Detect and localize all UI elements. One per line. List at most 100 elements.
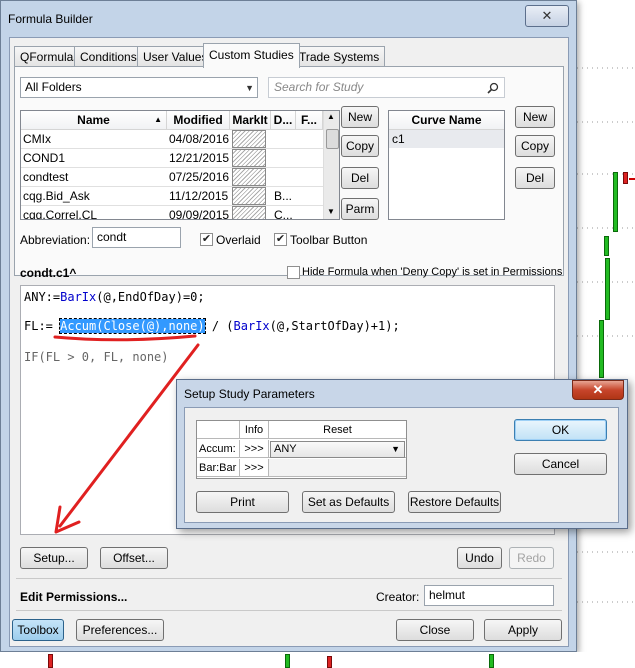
column-header-f[interactable]: F... [296, 111, 323, 130]
cell-f [298, 130, 320, 148]
tab-conditions[interactable]: Conditions [74, 46, 143, 67]
cell-name: cqg.Bid_Ask [23, 189, 90, 203]
tab-trade-systems[interactable]: Trade Systems [293, 46, 386, 67]
folder-select[interactable]: All Folders ▼ [20, 77, 258, 98]
creator-value: helmut [429, 588, 466, 602]
study-new-button[interactable]: New [341, 106, 379, 128]
study-delete-button[interactable]: Del [341, 167, 379, 189]
curve-list-item[interactable]: c1 [389, 130, 504, 148]
param-name: Bar:Bar [197, 459, 240, 477]
study-search-input[interactable]: Search for Study [268, 77, 505, 98]
offset-button[interactable]: Offset... [100, 547, 168, 569]
abbreviation-value: condt [97, 230, 127, 244]
down-bar [623, 172, 628, 184]
close-button[interactable]: Close [396, 619, 474, 641]
markit-swatch [232, 130, 266, 148]
preferences-button[interactable]: Preferences... [76, 619, 164, 641]
window-title: Formula Builder [8, 12, 93, 26]
cell-d: B... [274, 189, 293, 203]
curve-copy-button[interactable]: Copy [515, 135, 555, 157]
abbreviation-field[interactable]: condt [92, 227, 181, 248]
table-row[interactable]: cqg.Correl.CL 09/09/2015 C... [21, 206, 323, 220]
toolbox-button[interactable]: Toolbox [12, 619, 64, 641]
markit-swatch [232, 206, 266, 219]
search-icon [487, 82, 499, 94]
up-bar [285, 654, 290, 668]
formula-title: condt.c1^ [20, 266, 77, 280]
header-blank [197, 421, 240, 439]
hide-formula-label: Hide Formula when 'Deny Copy' is set in … [302, 266, 563, 278]
param-info-button[interactable]: >>> [240, 459, 269, 477]
code-token: (@,StartOfDay)+1); [269, 319, 400, 333]
down-bar [48, 654, 53, 668]
tab-custom-studies[interactable]: Custom Studies [203, 43, 300, 68]
down-bar [327, 656, 332, 668]
apply-button[interactable]: Apply [484, 619, 562, 641]
ok-button[interactable]: OK [514, 419, 607, 441]
redo-button[interactable]: Redo [509, 547, 554, 569]
curve-new-button[interactable]: New [515, 106, 555, 128]
dialog-close-button[interactable]: ✕ [572, 380, 624, 400]
cell-modified: 11/12/2015 [169, 189, 229, 203]
print-button[interactable]: Print [196, 491, 289, 513]
scroll-up-icon[interactable]: ▲ [327, 112, 335, 121]
cell-d [274, 130, 294, 148]
up-bar [604, 236, 609, 256]
restore-defaults-button[interactable]: Restore Defaults [408, 491, 501, 513]
divider [16, 610, 562, 611]
overlaid-checkbox[interactable]: ✔ [200, 233, 213, 246]
hide-formula-checkbox[interactable] [287, 266, 300, 279]
column-header-name[interactable]: Name ▲ [21, 111, 167, 130]
creator-label: Creator: [376, 590, 420, 604]
table-scrollbar[interactable]: ▲ ▼ [323, 111, 339, 219]
window-close-button[interactable]: ✕ [525, 5, 569, 27]
code-selection: Accum(Close(@),none) [59, 318, 206, 334]
parameter-table: Info Reset Accum: >>> ANY ▼ Bar:Bar >>> [196, 420, 407, 479]
code-token: ANY:= [24, 290, 61, 304]
markit-swatch [232, 168, 266, 186]
tab-user-values[interactable]: User Values [137, 46, 214, 67]
creator-field[interactable]: helmut [424, 585, 554, 606]
param-reset-value[interactable] [269, 459, 406, 477]
curve-delete-button[interactable]: Del [515, 167, 555, 189]
scroll-down-icon[interactable]: ▼ [327, 207, 335, 216]
markit-swatch [232, 149, 266, 167]
up-bar [613, 172, 618, 232]
code-keyword: BarIx [60, 290, 97, 304]
study-copy-button[interactable]: Copy [341, 135, 379, 157]
column-header-label: Name [77, 113, 110, 127]
reset-value: ANY [274, 443, 297, 455]
cell-name: condtest [23, 170, 69, 184]
column-header-info: Info [240, 421, 269, 439]
set-as-defaults-button[interactable]: Set as Defaults [302, 491, 395, 513]
column-header-markit[interactable]: MarkIt [230, 111, 271, 130]
cell-name: CMIx [23, 132, 51, 146]
up-bar [599, 320, 604, 378]
undo-button[interactable]: Undo [457, 547, 502, 569]
cell-f [298, 206, 320, 219]
table-row[interactable]: cqg.Bid_Ask 11/12/2015 B... [21, 187, 323, 206]
markit-swatch [232, 187, 266, 205]
cell-modified: 04/08/2016 [169, 132, 229, 146]
table-row[interactable]: COND1 12/21/2015 [21, 149, 323, 168]
table-row[interactable]: condtest 07/25/2016 [21, 168, 323, 187]
edit-permissions-link[interactable]: Edit Permissions... [20, 590, 127, 604]
reset-combo[interactable]: ANY ▼ [270, 441, 405, 458]
cancel-button[interactable]: Cancel [514, 453, 607, 475]
column-header-modified[interactable]: Modified [167, 111, 230, 130]
param-info-button[interactable]: >>> [240, 440, 269, 458]
param-reset-select[interactable]: ANY ▼ [269, 440, 406, 458]
scroll-thumb[interactable] [326, 129, 339, 149]
code-keyword: BarIx [233, 319, 270, 333]
cell-f [298, 187, 320, 205]
cell-name: cqg.Correl.CL [23, 208, 98, 220]
cell-f [298, 168, 320, 186]
toolbar-button-checkbox[interactable]: ✔ [274, 233, 287, 246]
study-parameters-button[interactable]: Parm [341, 198, 379, 220]
column-header-d[interactable]: D... [271, 111, 296, 130]
search-placeholder: Search for Study [274, 80, 364, 94]
setup-button[interactable]: Setup... [20, 547, 88, 569]
toolbar-button-label: Toolbar Button [290, 233, 368, 247]
table-row[interactable]: CMIx 04/08/2016 [21, 130, 323, 149]
cell-name: COND1 [23, 151, 66, 165]
